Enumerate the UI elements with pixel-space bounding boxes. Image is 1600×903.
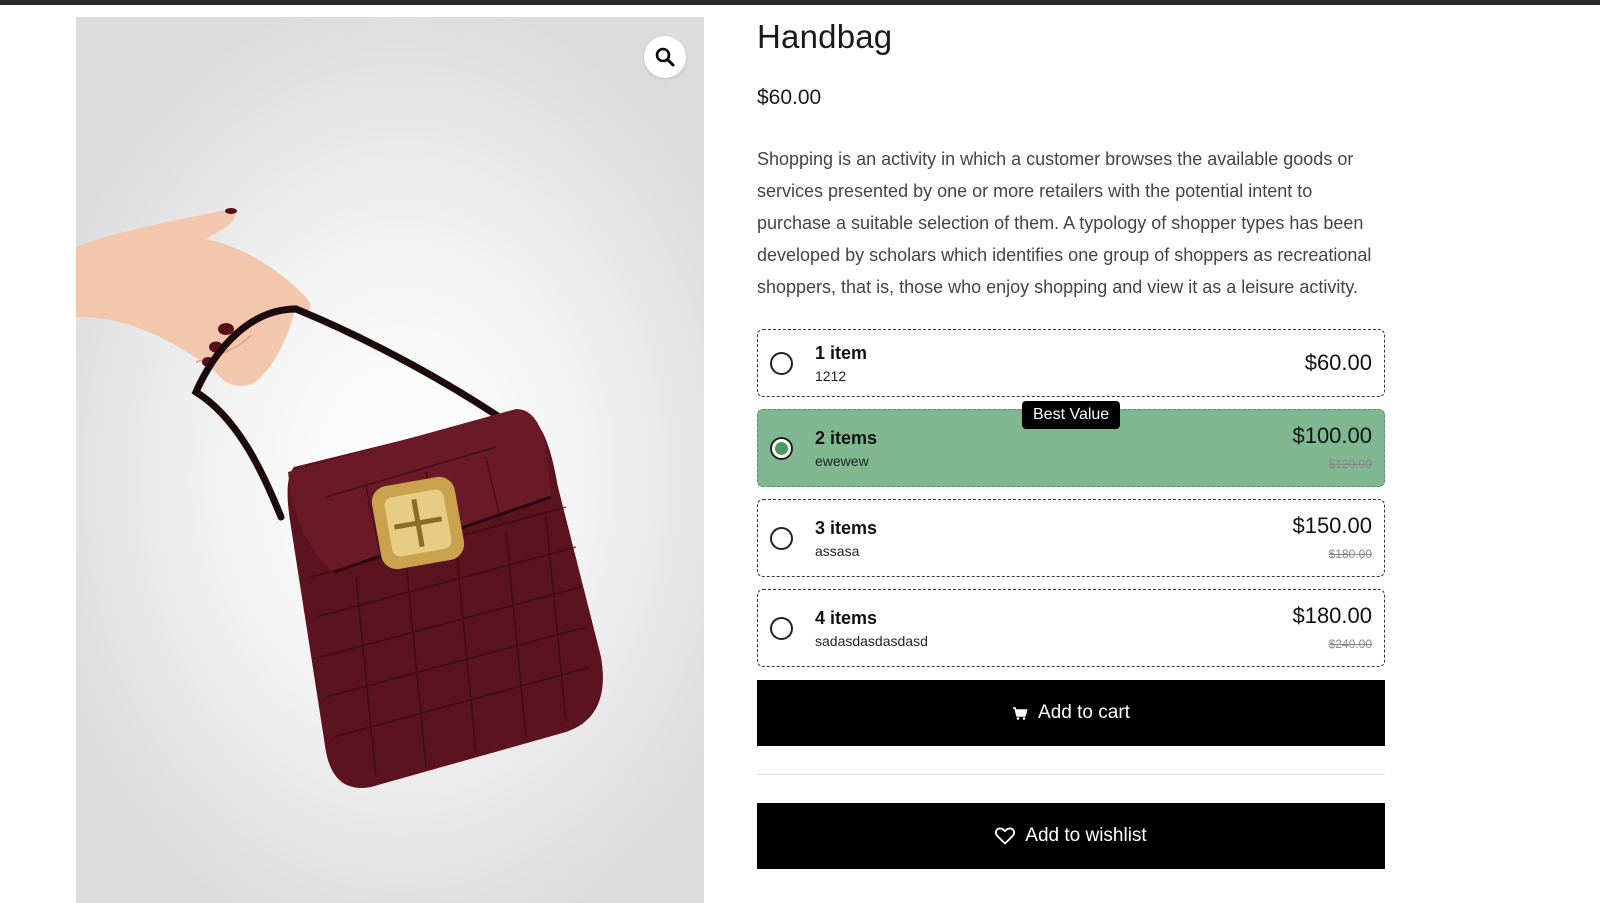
bundle-subtitle: ewewew bbox=[815, 453, 869, 469]
top-bar bbox=[0, 0, 1600, 5]
divider bbox=[757, 774, 1385, 775]
bundle-option-3[interactable]: 3 items assasa $150.00 $180.00 bbox=[757, 499, 1385, 577]
product-gallery bbox=[76, 17, 704, 903]
add-to-cart-label: Add to cart bbox=[1038, 702, 1130, 723]
bundle-radio[interactable] bbox=[770, 352, 793, 375]
bundle-radio[interactable] bbox=[770, 527, 793, 550]
bundle-old-price: $240.00 bbox=[1328, 637, 1372, 651]
product-title: Handbag bbox=[757, 18, 893, 55]
bundle-option-4[interactable]: 4 items sadasdasdasdasd $180.00 $240.00 bbox=[757, 589, 1385, 667]
bundle-subtitle: 1212 bbox=[815, 368, 847, 384]
magnifier-icon bbox=[655, 47, 675, 67]
product-description: Shopping is an activity in which a custo… bbox=[757, 149, 1372, 297]
heart-icon bbox=[995, 827, 1016, 845]
add-to-wishlist-button[interactable]: Add to wishlist bbox=[757, 803, 1385, 869]
add-to-wishlist-label: Add to wishlist bbox=[1025, 825, 1147, 846]
bundle-label: 4 items bbox=[815, 608, 878, 628]
bundle-option-1[interactable]: 1 item 1212 $60.00 bbox=[757, 329, 1385, 397]
add-to-cart-button[interactable]: Add to cart bbox=[757, 680, 1385, 746]
bundle-old-price: $120.00 bbox=[1328, 457, 1372, 471]
bundle-old-price: $180.00 bbox=[1328, 547, 1372, 561]
bundle-label: 3 items bbox=[815, 518, 878, 538]
zoom-button[interactable] bbox=[644, 36, 686, 78]
bundle-price: $180.00 bbox=[1292, 603, 1372, 628]
bundle-price: $100.00 bbox=[1292, 423, 1372, 448]
bundle-label: 1 item bbox=[815, 343, 868, 363]
product-price: $60.00 bbox=[757, 86, 822, 109]
bundle-label: 2 items bbox=[815, 428, 878, 448]
best-value-badge: Best Value bbox=[1022, 401, 1121, 429]
bundle-radio[interactable] bbox=[770, 617, 793, 640]
bundle-option-2[interactable]: Best Value 2 items ewewew $100.00 $120.0… bbox=[757, 401, 1385, 487]
cart-icon bbox=[1013, 707, 1028, 720]
bundle-price: $60.00 bbox=[1304, 350, 1372, 375]
bundle-subtitle: sadasdasdasdasd bbox=[815, 633, 928, 649]
product-image bbox=[76, 208, 603, 788]
bundle-price: $150.00 bbox=[1292, 513, 1372, 538]
bundle-subtitle: assasa bbox=[815, 543, 860, 559]
bundle-radio[interactable] bbox=[770, 437, 793, 460]
